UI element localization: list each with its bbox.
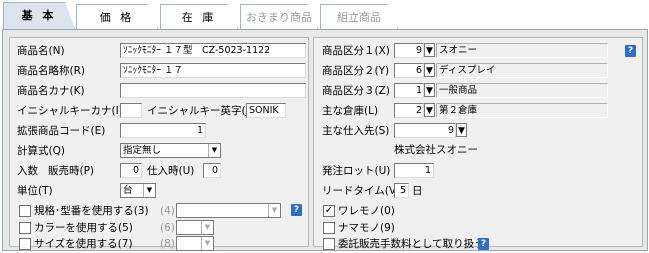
consignment-help-icon[interactable]: ? bbox=[478, 238, 489, 250]
product-kana-field[interactable] bbox=[120, 83, 306, 98]
lead-time-label: リードタイム(V) bbox=[322, 185, 401, 197]
color-checkbox[interactable] bbox=[19, 222, 31, 234]
size-select[interactable]: ▼ bbox=[176, 236, 214, 251]
basic-info-panel: 商品名(N) ｿﾆｯｸﾓﾆﾀｰ １７型 CZ-5023-1122 商品名略称(R… bbox=[9, 37, 309, 251]
tab-stock[interactable]: 在 庫 bbox=[160, 4, 238, 29]
perishable-label: ナマモノ(9) bbox=[338, 222, 395, 234]
color-select[interactable]: ▼ bbox=[176, 220, 214, 235]
tab-basic[interactable]: 基 本 bbox=[3, 2, 75, 29]
tab-assembly[interactable]: 組立商品 bbox=[320, 4, 398, 29]
fragile-label: ワレモノ(0) bbox=[338, 205, 395, 217]
warehouse-code-field[interactable]: 2 bbox=[394, 103, 424, 118]
initial-eng-field[interactable]: SONIK bbox=[246, 103, 286, 118]
chevron-down-icon[interactable]: ▼ bbox=[268, 204, 280, 217]
initial-kana-label: イニシャルキーカナ(I) bbox=[17, 105, 123, 117]
calc-select[interactable]: 指定無し ▼ bbox=[120, 143, 221, 158]
cat2-code-field[interactable]: 6 bbox=[394, 63, 424, 78]
help-icon[interactable]: ? bbox=[625, 45, 636, 57]
chevron-down-icon[interactable]: ▼ bbox=[201, 221, 213, 234]
spec-sub-label: (4) bbox=[160, 205, 175, 217]
product-abbr-label: 商品名略称(R) bbox=[17, 65, 85, 77]
cat3-code-field[interactable]: 1 bbox=[394, 83, 424, 98]
color-sub-label: (6) bbox=[160, 222, 175, 234]
cat1-code-field[interactable]: 9 bbox=[394, 43, 424, 58]
buy-qty-field[interactable]: 0 bbox=[203, 163, 221, 178]
size-checkbox[interactable] bbox=[19, 238, 31, 250]
ext-code-field[interactable]: 1 bbox=[120, 123, 206, 138]
sell-qty-label: 販売時(P) bbox=[48, 165, 95, 177]
tab-price[interactable]: 価 格 bbox=[76, 4, 158, 29]
supplier-code-field[interactable]: 9 bbox=[394, 123, 456, 138]
chevron-down-icon[interactable]: ▼ bbox=[208, 144, 220, 157]
unit-label: 単位(T) bbox=[17, 185, 53, 197]
chevron-down-icon[interactable]: ▼ bbox=[201, 237, 213, 250]
sell-qty-field[interactable]: 0 bbox=[120, 163, 142, 178]
initial-eng-label: イニシャルキー英字(J) bbox=[147, 105, 253, 117]
warehouse-name-display: 第２倉庫 bbox=[436, 103, 608, 118]
spec-checkbox[interactable] bbox=[19, 205, 31, 217]
lead-time-field[interactable]: 5 bbox=[394, 183, 409, 198]
spec-label: 規格･型番を使用する(3) bbox=[34, 205, 149, 217]
calc-label: 計算式(Q) bbox=[17, 145, 65, 157]
fragile-checkbox[interactable]: ✓ bbox=[323, 205, 335, 217]
tab-set-item[interactable]: おきまり商品 bbox=[240, 4, 318, 29]
product-name-label: 商品名(N) bbox=[17, 45, 65, 57]
consignment-checkbox[interactable] bbox=[323, 238, 335, 250]
calc-value: 指定無し bbox=[123, 145, 162, 156]
cat3-name-display: 一般商品 bbox=[436, 83, 608, 98]
cat2-dropdown-icon[interactable]: ▼ bbox=[424, 63, 435, 77]
product-abbr-field[interactable]: ｿﾆｯｸﾓﾆﾀｰ １７ bbox=[120, 63, 306, 78]
consignment-label: 委託販売手数料として取り扱う bbox=[338, 238, 485, 250]
color-label: カラーを使用する(5) bbox=[34, 222, 133, 234]
lot-field[interactable]: 1 bbox=[394, 163, 434, 178]
cat1-label: 商品区分１(X) bbox=[322, 45, 390, 57]
unit-value: 台 bbox=[123, 185, 133, 196]
cat2-name-display: ディスプレイ bbox=[436, 63, 608, 78]
perishable-checkbox[interactable] bbox=[323, 222, 335, 234]
unit-select[interactable]: 台 ▼ bbox=[120, 183, 156, 198]
qty-label: 入数 bbox=[17, 165, 38, 177]
spec-select[interactable]: ▼ bbox=[176, 203, 281, 218]
classification-panel: 商品区分１(X) 9 ▼ スオニー ? 商品区分２(Y) 6 ▼ ディスプレイ … bbox=[313, 37, 643, 250]
cat1-name-display: スオニー bbox=[436, 43, 608, 58]
product-name-field[interactable]: ｿﾆｯｸﾓﾆﾀｰ １７型 CZ-5023-1122 bbox=[120, 43, 306, 58]
cat3-dropdown-icon[interactable]: ▼ bbox=[424, 83, 435, 97]
product-kana-label: 商品名カナ(K) bbox=[17, 85, 85, 97]
size-sub-label: (8) bbox=[160, 238, 175, 250]
warehouse-dropdown-icon[interactable]: ▼ bbox=[424, 103, 435, 117]
initial-kana-field[interactable] bbox=[120, 103, 142, 118]
spec-help-icon[interactable]: ? bbox=[291, 204, 302, 216]
cat3-label: 商品区分３(Z) bbox=[322, 85, 390, 97]
supplier-dropdown-icon[interactable]: ▼ bbox=[456, 123, 467, 137]
tab-bar: 基 本 価 格 在 庫 おきまり商品 組立商品 bbox=[0, 0, 649, 32]
size-label: サイズを使用する(7) bbox=[34, 238, 133, 250]
supplier-label: 主な仕入先(S) bbox=[322, 125, 390, 137]
tab-content: 商品名(N) ｿﾆｯｸﾓﾆﾀｰ １７型 CZ-5023-1122 商品名略称(R… bbox=[2, 29, 648, 251]
ext-code-label: 拡張商品コード(E) bbox=[17, 125, 106, 137]
chevron-down-icon[interactable]: ▼ bbox=[143, 184, 155, 197]
cat2-label: 商品区分２(Y) bbox=[322, 65, 390, 77]
lead-time-unit: 日 bbox=[412, 185, 423, 197]
buy-qty-label: 仕入時(U) bbox=[147, 165, 195, 177]
supplier-name-text: 株式会社スオニー bbox=[394, 144, 478, 156]
warehouse-label: 主な倉庫(L) bbox=[322, 105, 379, 117]
cat1-dropdown-icon[interactable]: ▼ bbox=[424, 43, 435, 57]
lot-label: 発注ロット(U) bbox=[322, 165, 391, 177]
